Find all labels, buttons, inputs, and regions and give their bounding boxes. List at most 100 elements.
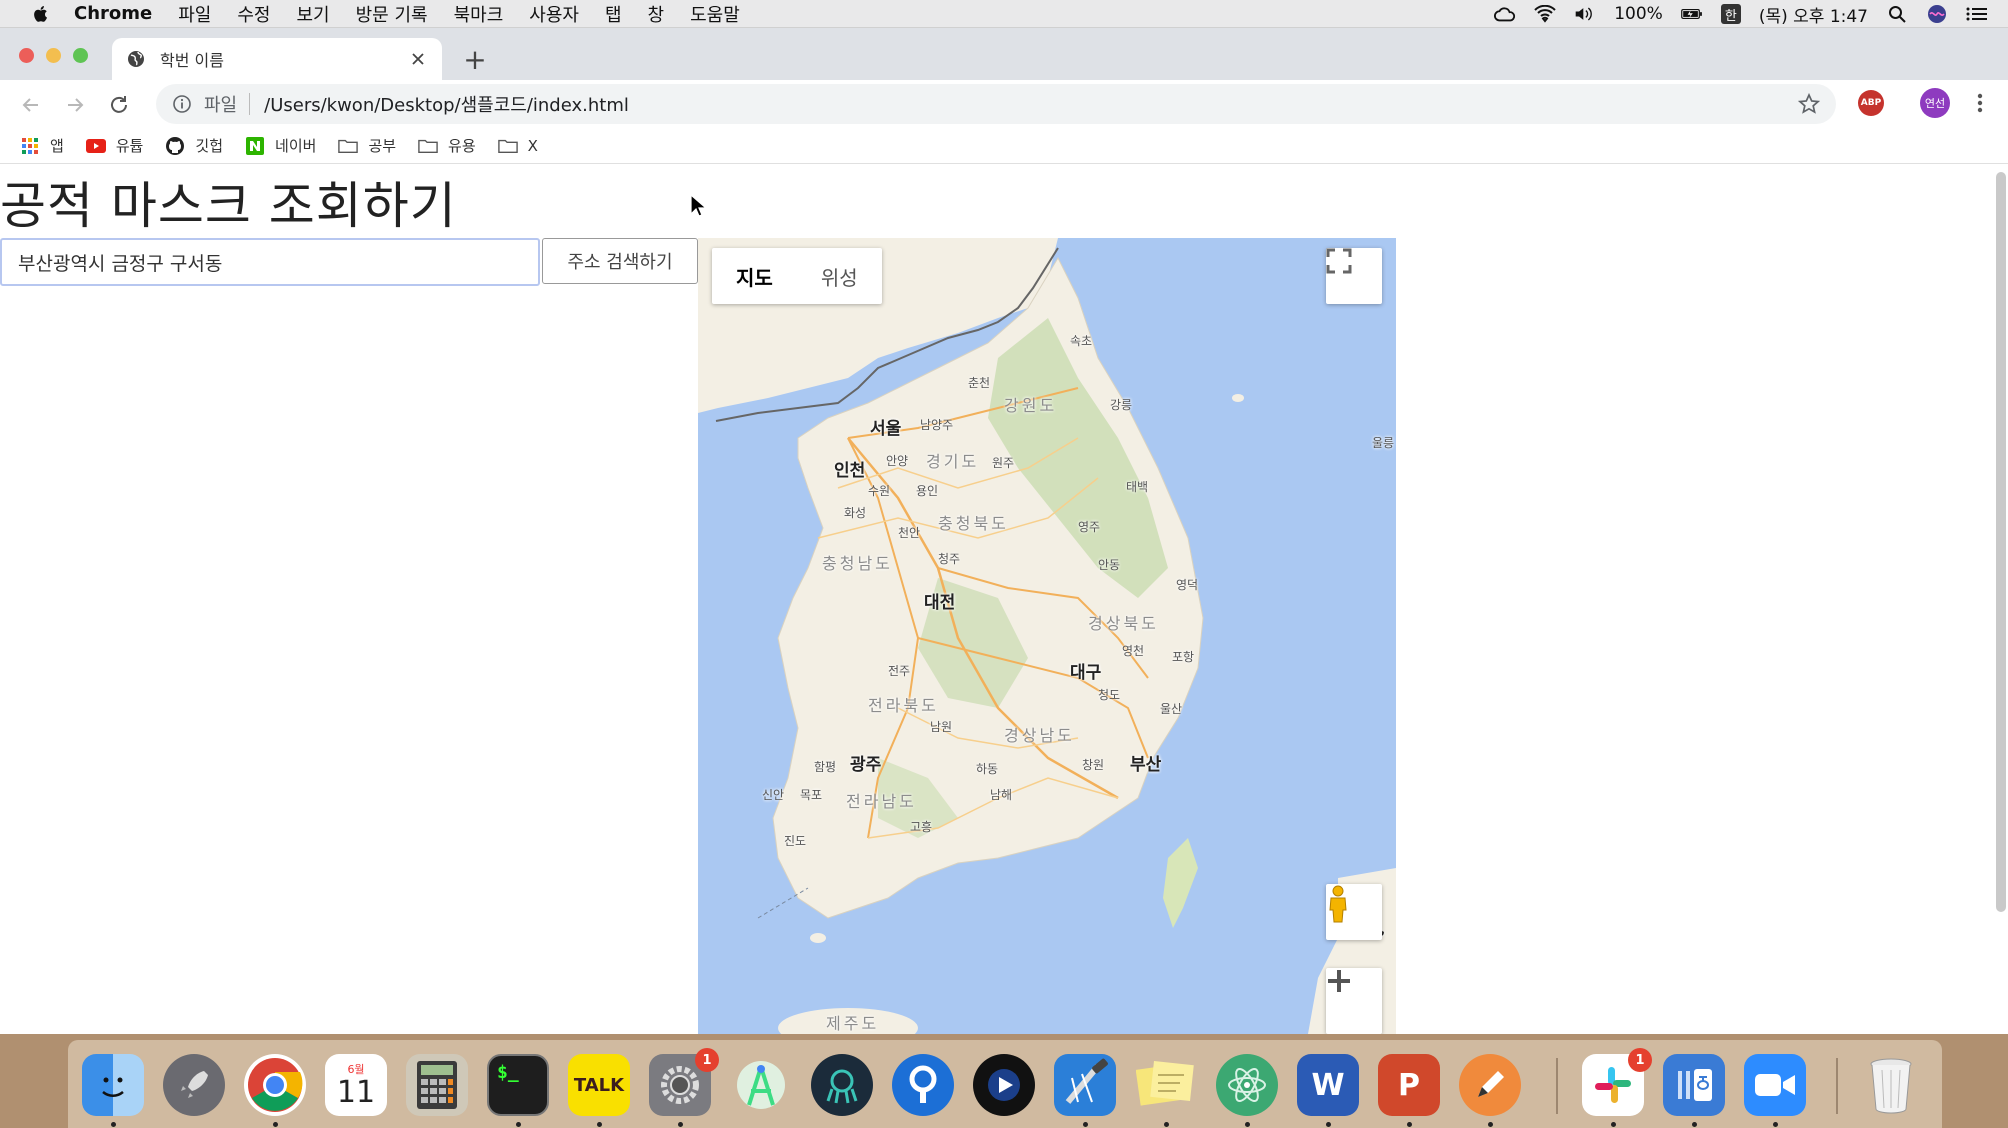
map-label-jindo: 진도 bbox=[784, 834, 807, 848]
map-label-namhae: 남해 bbox=[990, 788, 1013, 802]
street-view-pegman-button[interactable] bbox=[1326, 884, 1382, 940]
map-type-roadmap-button[interactable]: 지도 bbox=[712, 248, 797, 304]
new-tab-button[interactable]: + bbox=[462, 43, 488, 76]
quicktime-icon[interactable] bbox=[973, 1054, 1035, 1116]
url-text[interactable]: /Users/kwon/Desktop/샘플코드/index.html bbox=[264, 91, 629, 117]
menu-app-name[interactable]: Chrome bbox=[74, 3, 152, 24]
bookmark-star-icon[interactable] bbox=[1797, 92, 1821, 115]
window-zoom-button[interactable] bbox=[73, 48, 88, 63]
profile-avatar[interactable]: 연선 bbox=[1920, 88, 1950, 118]
globe-icon bbox=[126, 49, 146, 69]
calculator-icon[interactable] bbox=[406, 1054, 468, 1116]
bookmark-label: 유튭 bbox=[115, 137, 144, 155]
menu-view[interactable]: 보기 bbox=[296, 1, 329, 27]
address-search-button[interactable]: 주소 검색하기 bbox=[542, 238, 698, 284]
bookmark-label: 유용 bbox=[448, 137, 476, 155]
map-label-chuncheon: 춘천 bbox=[968, 376, 991, 390]
info-icon[interactable] bbox=[172, 94, 192, 114]
dock-running-indicator bbox=[597, 1122, 602, 1127]
pegman-icon bbox=[1329, 885, 1347, 923]
battery-icon[interactable] bbox=[1680, 3, 1703, 25]
calendar-icon[interactable]: 6월 11 bbox=[325, 1054, 387, 1116]
menu-window[interactable]: 창 bbox=[648, 1, 665, 27]
dock-running-indicator bbox=[1611, 1122, 1616, 1127]
wifi-icon[interactable] bbox=[1534, 3, 1556, 25]
finder-icon[interactable] bbox=[82, 1054, 144, 1116]
dock-running-indicator bbox=[678, 1122, 683, 1127]
page-scrollbar[interactable] bbox=[1996, 172, 2006, 912]
adblock-extension-icon[interactable]: ABP bbox=[1858, 90, 1884, 116]
dock-running-indicator bbox=[1407, 1122, 1412, 1127]
map-label-jeonnam: 전라남도 bbox=[846, 792, 917, 811]
creative-cloud-icon[interactable] bbox=[1494, 3, 1516, 25]
forward-button[interactable] bbox=[62, 92, 88, 118]
bookmark-youtube[interactable]: 유튭 bbox=[85, 135, 144, 156]
bookmarks-bar: 앱 유튭 깃헙 네이버 공부 유용 X bbox=[0, 128, 2008, 164]
hangul-word-icon[interactable] bbox=[1663, 1054, 1725, 1116]
bookmark-label: X bbox=[527, 136, 538, 155]
menu-people[interactable]: 사용자 bbox=[529, 1, 579, 27]
map-type-satellite-button[interactable]: 위성 bbox=[797, 248, 882, 304]
menu-help[interactable]: 도움말 bbox=[690, 1, 740, 27]
map-label-gyeonggi: 경기도 bbox=[926, 452, 980, 471]
menu-bookmarks[interactable]: 북마크 bbox=[454, 1, 504, 27]
chrome-icon[interactable] bbox=[244, 1054, 306, 1116]
stickies-icon[interactable] bbox=[1135, 1054, 1197, 1116]
map-fullscreen-button[interactable] bbox=[1326, 248, 1382, 304]
screen: Chrome 파일 수정 보기 방문 기록 북마크 사용자 탭 창 도움말 10… bbox=[0, 0, 2008, 1128]
menu-history[interactable]: 방문 기록 bbox=[356, 1, 428, 27]
bookmark-label: 공부 bbox=[368, 137, 397, 155]
sketch-pencil-icon[interactable] bbox=[1459, 1054, 1521, 1116]
slack-icon[interactable]: 1 bbox=[1582, 1048, 1652, 1116]
map-zoom-in-button[interactable] bbox=[1326, 968, 1382, 1034]
menu-edit[interactable]: 수정 bbox=[237, 1, 270, 27]
trash-icon[interactable] bbox=[1860, 1054, 1922, 1116]
menu-tab[interactable]: 탭 bbox=[605, 1, 622, 27]
dock-divider bbox=[1556, 1058, 1558, 1114]
address-search-input[interactable] bbox=[0, 238, 540, 286]
gitkraken-icon[interactable] bbox=[811, 1054, 873, 1116]
dock-running-indicator bbox=[1326, 1122, 1331, 1127]
android-studio-icon[interactable] bbox=[730, 1054, 792, 1116]
zoom-icon[interactable] bbox=[1744, 1054, 1806, 1116]
tab-strip: 학번 이름 + bbox=[0, 28, 2008, 80]
address-bar[interactable]: 파일 /Users/kwon/Desktop/샘플코드/index.html bbox=[156, 84, 1836, 124]
map-container[interactable]: 속초 춘천 강원도 강릉 서울 남양주 울릉 인천 안양 경기도 원주 수원 용… bbox=[698, 238, 1396, 1034]
tab-active[interactable]: 학번 이름 bbox=[112, 38, 442, 80]
bookmark-folder-x[interactable]: X bbox=[497, 136, 538, 156]
system-preferences-icon[interactable]: 1 bbox=[649, 1048, 719, 1116]
map-label-changwon: 창원 bbox=[1082, 758, 1105, 772]
menu-clock[interactable]: (목) 오후 1:47 bbox=[1759, 2, 1868, 27]
powerpoint-icon[interactable]: P bbox=[1378, 1054, 1440, 1116]
map-label-yongin: 용인 bbox=[916, 484, 939, 498]
window-minimize-button[interactable] bbox=[46, 48, 61, 63]
volume-icon[interactable] bbox=[1574, 3, 1596, 25]
kakaotalk-icon[interactable]: TALK bbox=[568, 1054, 630, 1116]
launchpad-icon[interactable] bbox=[163, 1054, 225, 1116]
bookmark-folder-study[interactable]: 공부 bbox=[338, 135, 396, 156]
sourcetree-icon[interactable] bbox=[892, 1054, 954, 1116]
atom-icon[interactable] bbox=[1216, 1054, 1278, 1116]
tab-close-icon[interactable] bbox=[408, 49, 428, 69]
siri-icon[interactable] bbox=[1926, 3, 1948, 25]
spotlight-search-icon[interactable] bbox=[1886, 3, 1908, 25]
bookmark-github[interactable]: 깃헙 bbox=[165, 135, 223, 156]
chrome-menu-icon[interactable] bbox=[1970, 90, 1990, 116]
map-label-jeonju: 전주 bbox=[888, 664, 911, 678]
bookmark-folder-useful[interactable]: 유용 bbox=[418, 135, 476, 156]
bookmark-apps[interactable]: 앱 bbox=[20, 135, 64, 156]
window-close-button[interactable] bbox=[19, 48, 34, 63]
terminal-icon[interactable]: $_ bbox=[487, 1054, 549, 1116]
notification-badge: 1 bbox=[1628, 1048, 1652, 1072]
bookmark-label: 네이버 bbox=[275, 137, 317, 155]
map-label-seoul: 서울 bbox=[870, 419, 902, 439]
apple-menu-icon[interactable] bbox=[30, 3, 52, 25]
xcode-icon[interactable] bbox=[1054, 1054, 1116, 1116]
bookmark-naver[interactable]: 네이버 bbox=[245, 135, 316, 156]
notification-center-icon[interactable] bbox=[1966, 3, 1988, 25]
reload-button[interactable] bbox=[106, 92, 132, 118]
back-button[interactable] bbox=[18, 92, 44, 118]
input-source-icon[interactable]: 한 bbox=[1720, 4, 1741, 24]
word-icon[interactable]: W bbox=[1297, 1054, 1359, 1116]
menu-file[interactable]: 파일 bbox=[178, 1, 211, 27]
